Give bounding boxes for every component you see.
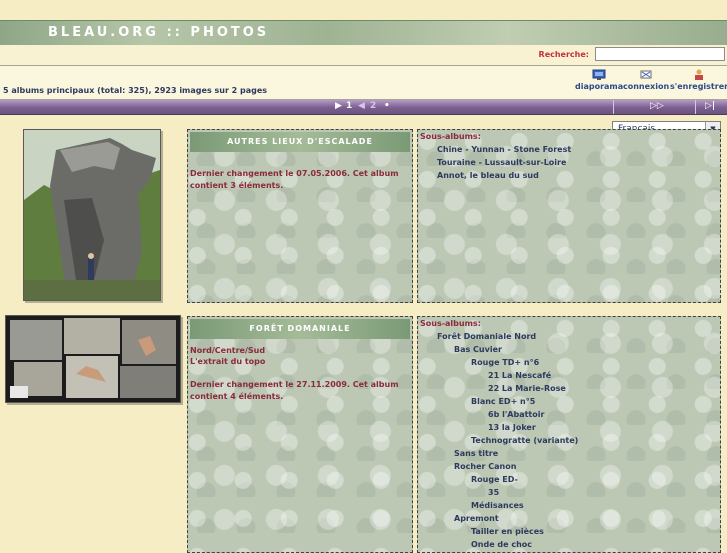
subalbum-link[interactable]: Forêt Domaniale Nord [437, 332, 536, 341]
subalbum-link[interactable]: 21 La Nescafé [488, 371, 551, 380]
rock-photo [24, 130, 160, 300]
subalbum-link[interactable]: Technogratte (variante) [471, 436, 578, 445]
album-description: L'extrait du topo [190, 357, 266, 366]
album-thumbnail[interactable] [5, 315, 181, 403]
subalbum-link[interactable]: Rocher Canon [454, 462, 516, 471]
subalbum-link[interactable]: Médisances [471, 501, 524, 510]
slideshow-icon [592, 69, 606, 80]
album-thumbnail[interactable] [23, 129, 161, 301]
register-icon [695, 69, 704, 80]
site-title: BLEAU.ORG :: PHOTOS [48, 25, 270, 40]
subalbums-heading: Sous-albums: [420, 132, 481, 141]
album-changed: Dernier changement le 27.11.2009. Cet al… [190, 380, 399, 401]
subalbums-panel: Sous-albums: Chine - Yunnan - Stone Fore… [417, 129, 721, 303]
page-2-link[interactable]: 2 [370, 101, 376, 111]
album-summary: 5 albums principaux (total: 325), 2923 i… [3, 86, 268, 95]
subalbum-link[interactable]: Tailler en pièces [471, 527, 544, 536]
album-changed: Dernier changement le 07.05.2006. Cet al… [190, 169, 399, 190]
album-title[interactable]: FORÊT DOMANIALE [190, 319, 410, 339]
login-label: connexion [623, 82, 670, 91]
album-title[interactable]: AUTRES LIEUX D'ESCALADE [190, 132, 410, 152]
nav-divider [695, 100, 696, 114]
prev-page-button[interactable]: ◀ [358, 101, 365, 111]
fast-forward-button[interactable]: ▷▷ [650, 101, 664, 111]
album-panel: FORÊT DOMANIALE Nord/Centre/Sud L'extrai… [187, 316, 413, 553]
subalbum-link[interactable]: Rouge ED- [471, 475, 518, 484]
register-label: s'enregistrer [670, 82, 727, 91]
subalbum-link[interactable]: 22 La Marie-Rose [488, 384, 566, 393]
subalbum-link[interactable]: 35 [488, 488, 499, 497]
subalbum-link[interactable]: 13 la Joker [488, 423, 536, 432]
subalbum-link[interactable]: Touraine - Lussault-sur-Loire [437, 158, 566, 167]
info-row: 5 albums principaux (total: 325), 2923 i… [0, 66, 727, 100]
subalbum-link[interactable]: Chine - Yunnan - Stone Forest [437, 145, 571, 154]
search-input[interactable] [595, 47, 725, 61]
pagination-dot: • [384, 101, 390, 111]
collage-photo [6, 316, 180, 402]
subalbum-link[interactable]: 6b l'Abattoir [488, 410, 544, 419]
search-bar: Recherche: [0, 45, 727, 66]
subalbum-link[interactable]: Bas Cuvier [454, 345, 502, 354]
album-panel: AUTRES LIEUX D'ESCALADE Dernier changeme… [187, 129, 413, 303]
subalbum-link[interactable]: Apremont [454, 514, 499, 523]
nav-divider [613, 100, 614, 114]
search-label: Recherche: [538, 50, 589, 59]
subalbum-link[interactable]: Annot, le bleau du sud [437, 171, 539, 180]
subalbum-link[interactable]: Rouge TD+ n°6 [471, 358, 539, 367]
last-page-button[interactable]: ▷| [705, 101, 715, 111]
subalbums-heading: Sous-albums: [420, 319, 481, 328]
current-page: 1 [346, 101, 353, 111]
site-banner: BLEAU.ORG :: PHOTOS [0, 20, 727, 46]
slideshow-label: diaporama [575, 82, 624, 91]
subalbum-link[interactable]: Blanc ED+ n°5 [471, 397, 535, 406]
first-page-button[interactable]: ▶ [335, 101, 342, 111]
subalbum-link[interactable]: Sans titre [454, 449, 498, 458]
subalbums-panel: Sous-albums: Forêt Domaniale Nord Bas Cu… [417, 316, 721, 553]
pagination-bar: ▶ 1 ◀ 2 • ▷▷ ▷| [0, 100, 727, 115]
slideshow-link[interactable]: diaporama [575, 69, 623, 91]
register-link[interactable]: s'enregistrer [670, 69, 727, 91]
login-icon [640, 70, 652, 79]
login-link[interactable]: connexion [623, 69, 669, 91]
